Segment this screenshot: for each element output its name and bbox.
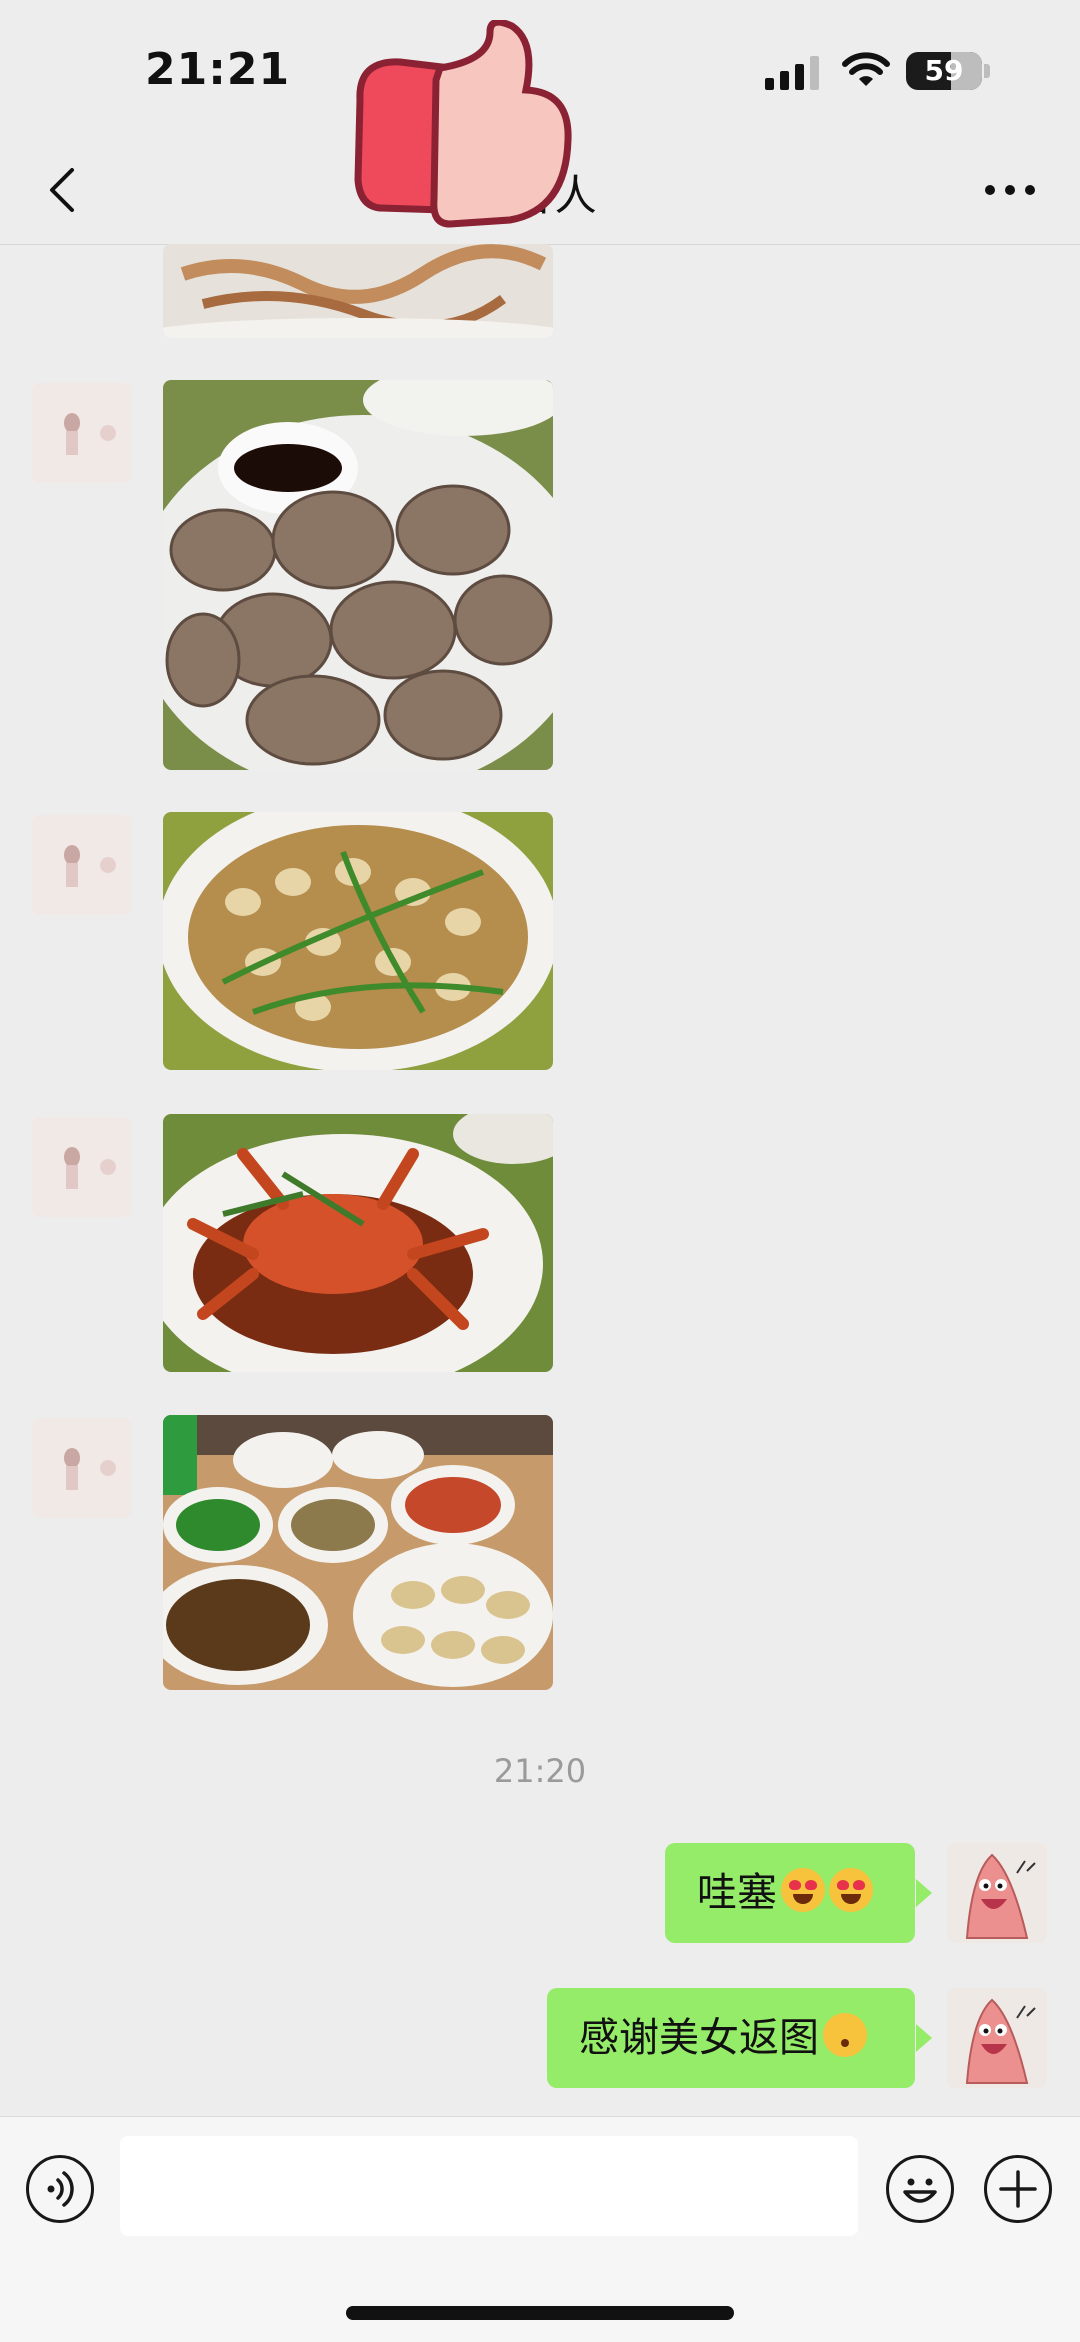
wifi-icon — [842, 52, 890, 86]
bubble-tail — [916, 1879, 932, 1907]
status-time: 21:21 — [145, 44, 291, 95]
chevron-left-icon[interactable] — [34, 160, 94, 220]
message-photo-whelks[interactable] — [163, 380, 553, 770]
voice-input-button[interactable] — [26, 2155, 94, 2223]
voice-icon — [47, 2171, 74, 2207]
message-text: 哇塞 — [697, 1870, 777, 1916]
message-input[interactable] — [120, 2136, 858, 2236]
message-photo-snails[interactable] — [163, 812, 553, 1070]
heart-eyes-emoji — [829, 1868, 873, 1912]
more-icon[interactable] — [980, 170, 1040, 210]
chat-timestamp: 21:20 — [493, 1752, 587, 1790]
more-functions-button[interactable] — [984, 2155, 1052, 2223]
battery-cap — [984, 64, 990, 78]
plus-icon — [999, 2170, 1037, 2208]
contact-avatar[interactable] — [32, 1418, 132, 1518]
contact-avatar[interactable] — [32, 383, 132, 483]
sent-message-bubble[interactable]: 哇塞 — [665, 1843, 915, 1943]
contact-avatar[interactable] — [32, 1117, 132, 1217]
thumbs-up-sticker — [354, 20, 572, 228]
home-indicator — [346, 2306, 734, 2320]
battery-percent: 59 — [924, 54, 964, 87]
bubble-tail — [916, 2024, 932, 2052]
emoji-button[interactable] — [886, 2155, 954, 2223]
battery-icon: 59 — [906, 52, 982, 90]
sent-message-bubble[interactable]: 感谢美女返图 — [547, 1988, 915, 2088]
smile-icon — [903, 2178, 937, 2203]
message-text: 感谢美女返图 — [579, 2015, 819, 2061]
my-avatar[interactable] — [947, 1843, 1047, 1943]
heart-eyes-emoji — [781, 1868, 825, 1912]
message-photo-partial[interactable] — [163, 244, 553, 338]
message-photo-table[interactable] — [163, 1415, 553, 1690]
message-photo-crab[interactable] — [163, 1114, 553, 1372]
my-avatar[interactable] — [947, 1988, 1047, 2088]
kissing-emoji — [823, 2013, 867, 2057]
contact-avatar[interactable] — [32, 815, 132, 915]
cellular-signal-icon — [765, 56, 819, 90]
